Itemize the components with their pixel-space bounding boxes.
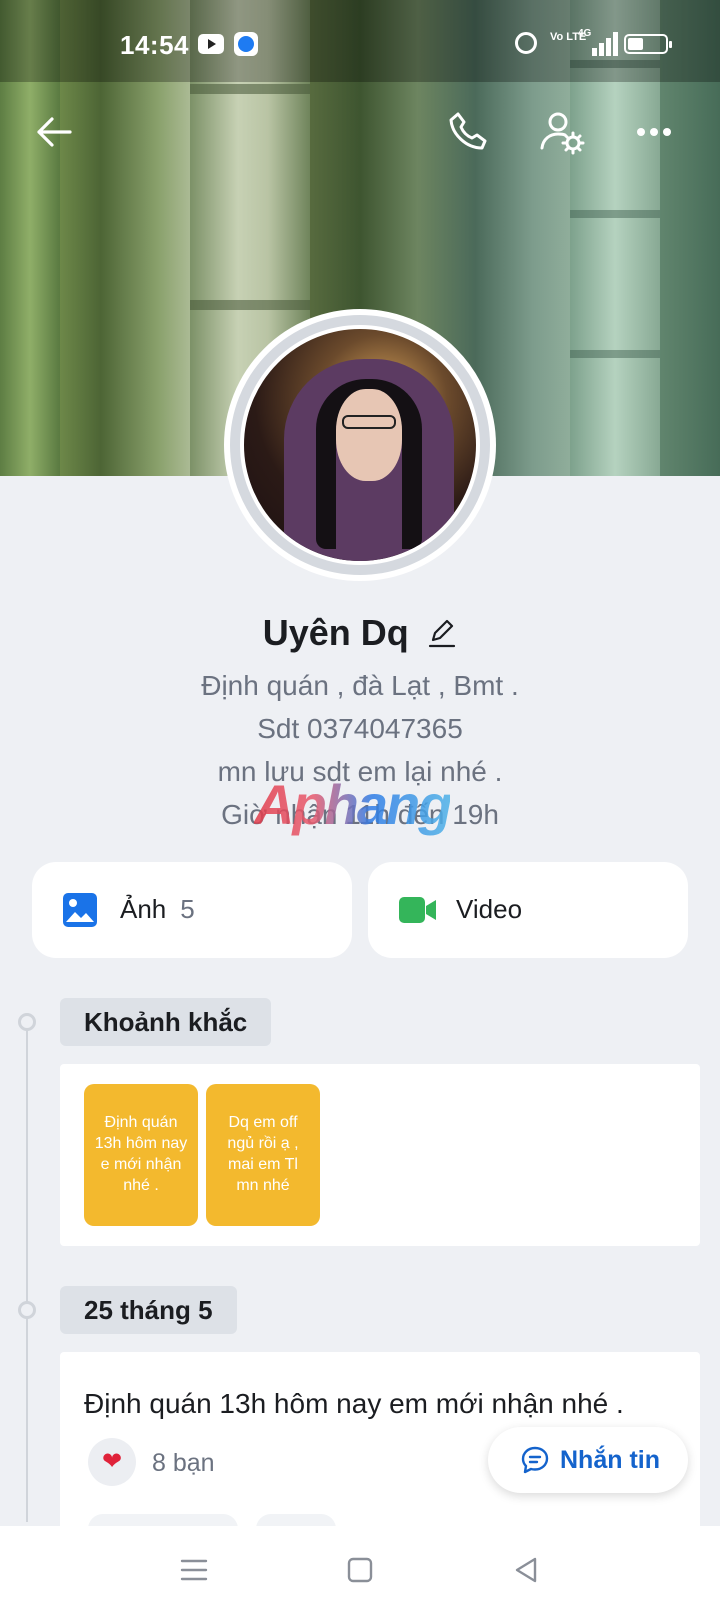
photos-count: 5 xyxy=(180,894,195,924)
profile-avatar[interactable] xyxy=(224,309,496,581)
back-system-button[interactable] xyxy=(508,1552,544,1588)
message-button-label: Nhắn tin xyxy=(560,1446,660,1474)
recent-apps-button[interactable] xyxy=(176,1552,212,1588)
profile-name: Uyên Dq xyxy=(262,612,409,653)
more-dots-icon xyxy=(637,128,671,136)
avatar-face xyxy=(336,389,402,481)
cover-bamboo-node xyxy=(190,300,310,310)
timeline-dot xyxy=(18,1013,36,1031)
date-tag: 25 tháng 5 xyxy=(60,1286,237,1334)
bio-line: Định quán , đà Lạt , Bmt . xyxy=(201,670,519,701)
triangle-back-icon xyxy=(515,1557,537,1583)
timeline-dot xyxy=(18,1301,36,1319)
bio-line: Sdt 0374047365 xyxy=(257,713,463,744)
status-time: 14:54 xyxy=(120,30,189,60)
app-notification-icon xyxy=(234,32,258,56)
system-navigation-bar xyxy=(0,1526,720,1612)
avatar-glasses xyxy=(342,415,396,429)
youtube-icon xyxy=(198,34,224,54)
home-button[interactable] xyxy=(342,1552,378,1588)
signal-icon: 4G xyxy=(578,28,620,56)
heart-icon: ❤ xyxy=(101,1448,123,1475)
watermark-logo: Aphang xyxy=(254,773,452,836)
cover-bamboo-node xyxy=(190,84,310,94)
status-bar: 14:54 Vo LTE 4G xyxy=(0,0,720,82)
photos-card[interactable]: Ảnh 5 xyxy=(32,862,352,958)
like-count[interactable]: 8 bạn xyxy=(152,1449,215,1478)
battery-icon xyxy=(624,34,672,54)
menu-lines-icon xyxy=(180,1559,208,1581)
avatar-photo xyxy=(240,325,480,565)
call-button[interactable] xyxy=(444,108,492,156)
square-icon xyxy=(347,1557,373,1583)
like-button[interactable]: ❤ xyxy=(88,1438,136,1486)
profile-name-row: Uyên Dq xyxy=(0,612,720,654)
story-card[interactable]: Dq em off ngủ rồi ạ , mai em Tl mn nhé xyxy=(206,1084,320,1226)
pencil-icon xyxy=(429,619,456,648)
back-button[interactable] xyxy=(30,108,78,156)
image-icon xyxy=(63,893,97,927)
story-card[interactable]: Định quán 13h hôm nay e mới nhận nhé . xyxy=(84,1084,198,1226)
alarm-icon xyxy=(515,32,537,54)
message-button[interactable]: Nhắn tin xyxy=(488,1427,688,1493)
edit-name-button[interactable] xyxy=(427,618,457,648)
videos-label: Video xyxy=(456,894,523,924)
profile-settings-button[interactable] xyxy=(538,108,586,156)
video-camera-icon xyxy=(399,897,436,923)
network-type-label: 4G xyxy=(578,28,592,39)
cover-bamboo-node xyxy=(570,210,660,218)
moments-tag: Khoảnh khắc xyxy=(60,998,272,1046)
user-settings-icon xyxy=(540,112,585,155)
phone-icon xyxy=(449,112,487,150)
post-text: Định quán 13h hôm nay em mới nhận nhé . xyxy=(84,1388,624,1419)
more-options-button[interactable] xyxy=(630,108,678,156)
moments-panel: Định quán 13h hôm nay e mới nhận nhé . D… xyxy=(60,1064,700,1246)
arrow-left-icon xyxy=(37,117,72,147)
timeline-line xyxy=(26,1022,28,1522)
photos-label: Ảnh xyxy=(120,894,167,924)
chat-bubble-icon xyxy=(521,1446,549,1474)
videos-card[interactable]: Video xyxy=(368,862,688,958)
cover-bamboo-node xyxy=(570,350,660,358)
